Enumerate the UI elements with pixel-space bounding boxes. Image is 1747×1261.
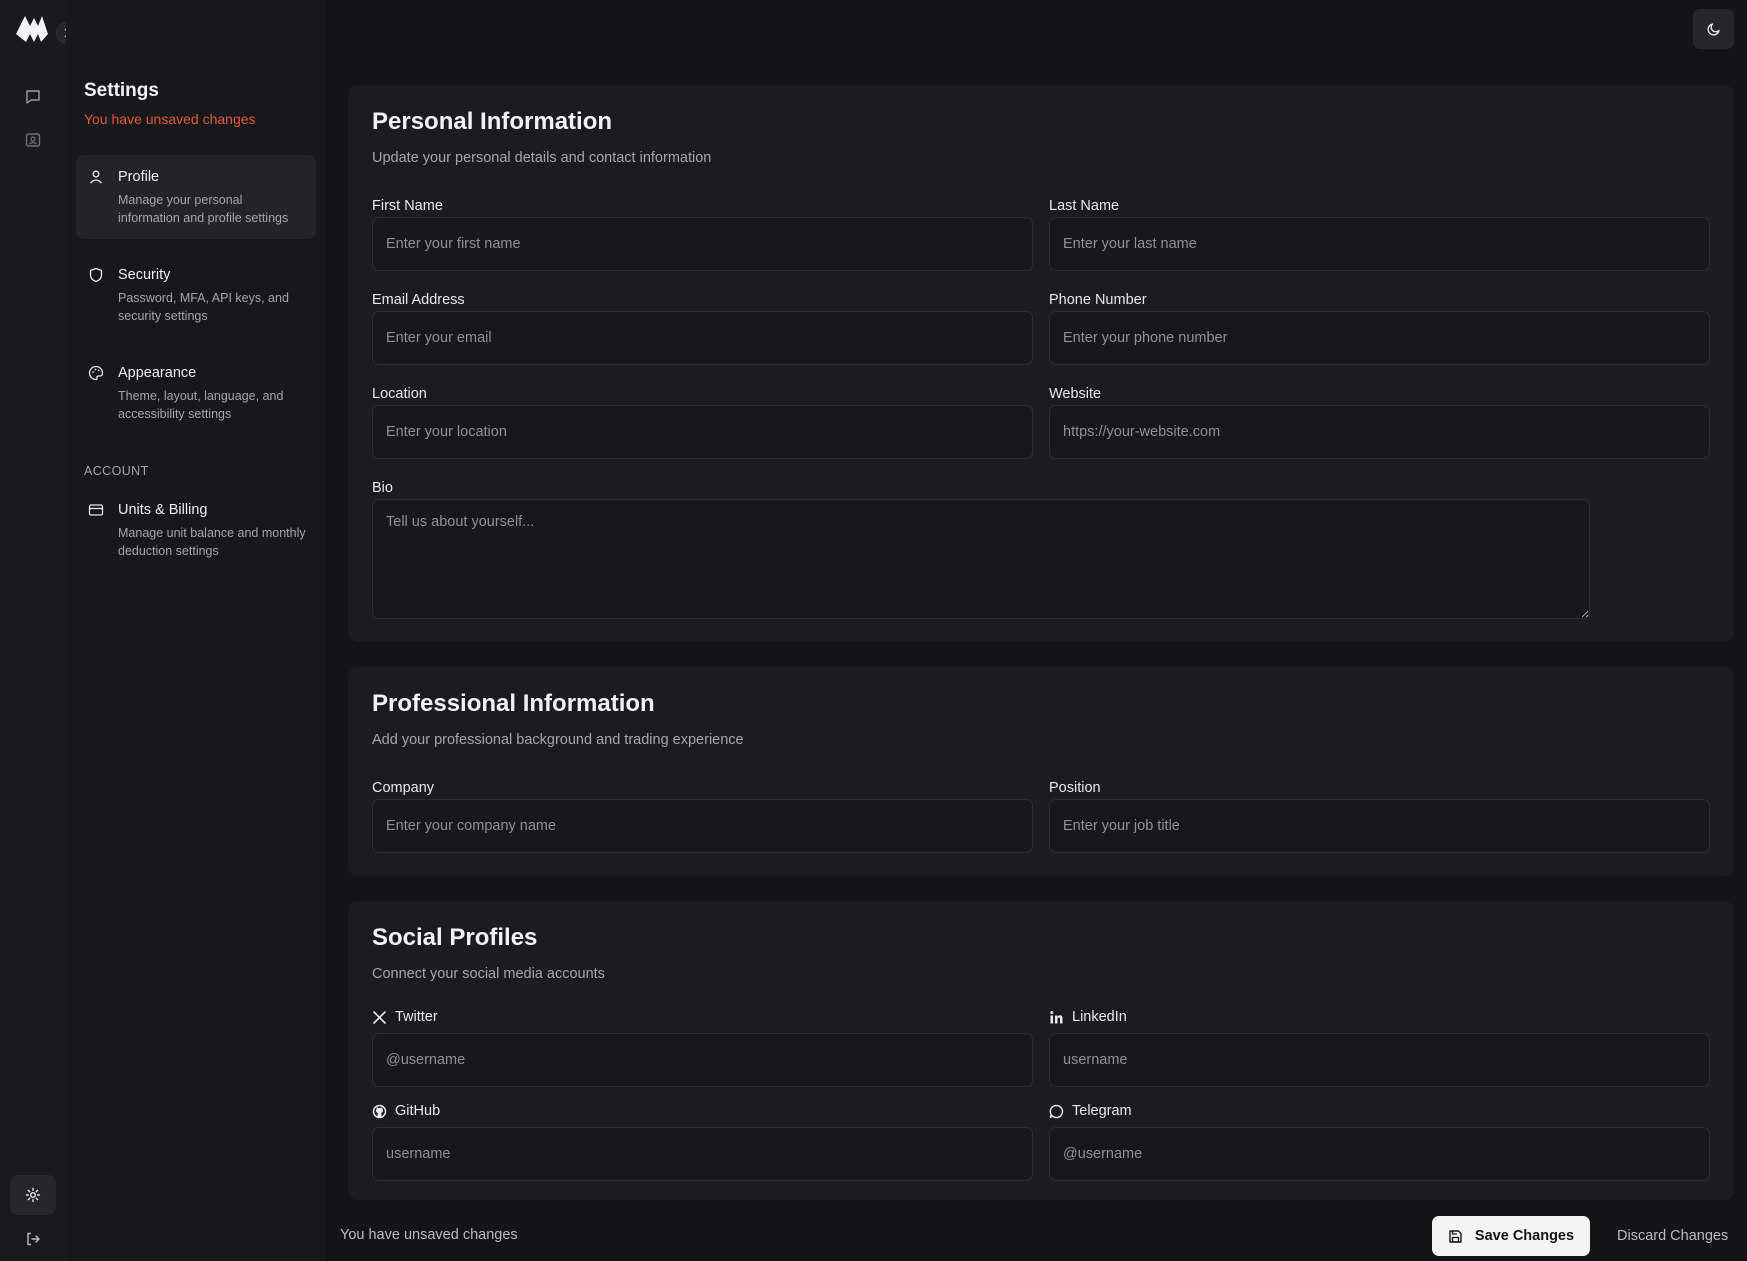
account-section-heading: ACCOUNT (84, 464, 149, 478)
location-label: Location (372, 386, 427, 402)
phone-label: Phone Number (1049, 292, 1147, 308)
card-subtitle: Connect your social media accounts (372, 966, 605, 982)
settings-title: Settings (84, 80, 159, 101)
bio-label: Bio (372, 480, 393, 496)
unsaved-changes-notice: You have unsaved changes (84, 111, 256, 127)
user-icon (88, 169, 104, 185)
x-twitter-icon (372, 1010, 387, 1025)
app-logo-icon[interactable] (14, 12, 50, 44)
main-content: Personal Information Update your persona… (326, 0, 1747, 1261)
sidebar-item-label: Units & Billing (118, 502, 208, 518)
sidebar-item-label: Profile (118, 169, 160, 185)
professional-information-card: Professional Information Add your profes… (348, 667, 1734, 876)
position-input[interactable] (1049, 799, 1710, 853)
sidebar-item-appearance[interactable]: Appearance Theme, layout, language, and … (76, 351, 316, 435)
company-label: Company (372, 780, 435, 796)
linkedin-label: LinkedIn (1049, 1009, 1127, 1025)
location-input[interactable] (372, 405, 1033, 459)
twitter-input[interactable] (372, 1033, 1033, 1087)
telegram-input[interactable] (1049, 1127, 1710, 1181)
linkedin-input[interactable] (1049, 1033, 1710, 1087)
last-name-input[interactable] (1049, 217, 1710, 271)
card-subtitle: Add your professional background and tra… (372, 732, 744, 748)
telegram-label: Telegram (1049, 1103, 1132, 1119)
card-title: Professional Information (372, 690, 655, 717)
footer-action-bar: You have unsaved changes Save Changes Di… (326, 1200, 1747, 1261)
github-label-text: GitHub (395, 1103, 441, 1119)
first-name-label: First Name (372, 198, 443, 214)
footer-unsaved-notice: You have unsaved changes (340, 1227, 518, 1243)
sidebar-item-description: Manage your personal information and pro… (118, 193, 289, 225)
sidebar-item-label: Security (118, 267, 171, 283)
save-changes-label: Save Changes (1474, 1228, 1575, 1244)
linkedin-icon (1049, 1010, 1064, 1025)
settings-sidebar: Settings You have unsaved changes Profil… (66, 0, 326, 1261)
personal-information-card: Personal Information Update your persona… (348, 85, 1734, 642)
telegram-icon (1049, 1104, 1064, 1119)
sidebar-item-profile[interactable]: Profile Manage your personal information… (76, 155, 316, 239)
twitter-label: Twitter (372, 1009, 438, 1025)
linkedin-label-text: LinkedIn (1072, 1009, 1127, 1025)
sidebar-item-description: Manage unit balance and monthly deductio… (118, 526, 306, 558)
twitter-label-text: Twitter (395, 1009, 438, 1025)
sidebar-item-description: Password, MFA, API keys, and security se… (118, 291, 289, 323)
logout-icon[interactable] (10, 1219, 56, 1259)
first-name-input[interactable] (372, 217, 1033, 271)
card-title: Social Profiles (372, 924, 538, 951)
social-profiles-card: Social Profiles Connect your social medi… (348, 901, 1734, 1200)
sidebar-item-units-billing[interactable]: Units & Billing Manage unit balance and … (76, 488, 316, 572)
floppy-disk-icon (1448, 1229, 1463, 1244)
sidebar-item-description: Theme, layout, language, and accessibili… (118, 389, 284, 421)
contacts-icon[interactable] (10, 120, 56, 160)
settings-gear-icon[interactable] (10, 1175, 56, 1215)
sidebar-item-security[interactable]: Security Password, MFA, API keys, and se… (76, 253, 316, 337)
chat-icon[interactable] (10, 77, 56, 117)
sidebar-item-label: Appearance (118, 365, 197, 381)
github-label: GitHub (372, 1103, 440, 1119)
save-changes-button[interactable]: Save Changes (1432, 1216, 1590, 1256)
palette-icon (88, 365, 104, 381)
company-input[interactable] (372, 799, 1033, 853)
email-input[interactable] (372, 311, 1033, 365)
discard-changes-button[interactable]: Discard Changes (1605, 1216, 1740, 1256)
position-label: Position (1049, 780, 1101, 796)
bio-textarea[interactable] (372, 499, 1590, 619)
card-subtitle: Update your personal details and contact… (372, 150, 712, 166)
email-label: Email Address (372, 292, 465, 308)
shield-icon (88, 267, 104, 283)
card-title: Personal Information (372, 108, 613, 135)
github-input[interactable] (372, 1127, 1033, 1181)
website-input[interactable] (1049, 405, 1710, 459)
icon-rail (0, 0, 78, 1261)
phone-input[interactable] (1049, 311, 1710, 365)
telegram-label-text: Telegram (1072, 1103, 1132, 1119)
github-icon (372, 1104, 387, 1119)
website-label: Website (1049, 386, 1102, 402)
credit-card-icon (88, 502, 104, 518)
last-name-label: Last Name (1049, 198, 1120, 214)
